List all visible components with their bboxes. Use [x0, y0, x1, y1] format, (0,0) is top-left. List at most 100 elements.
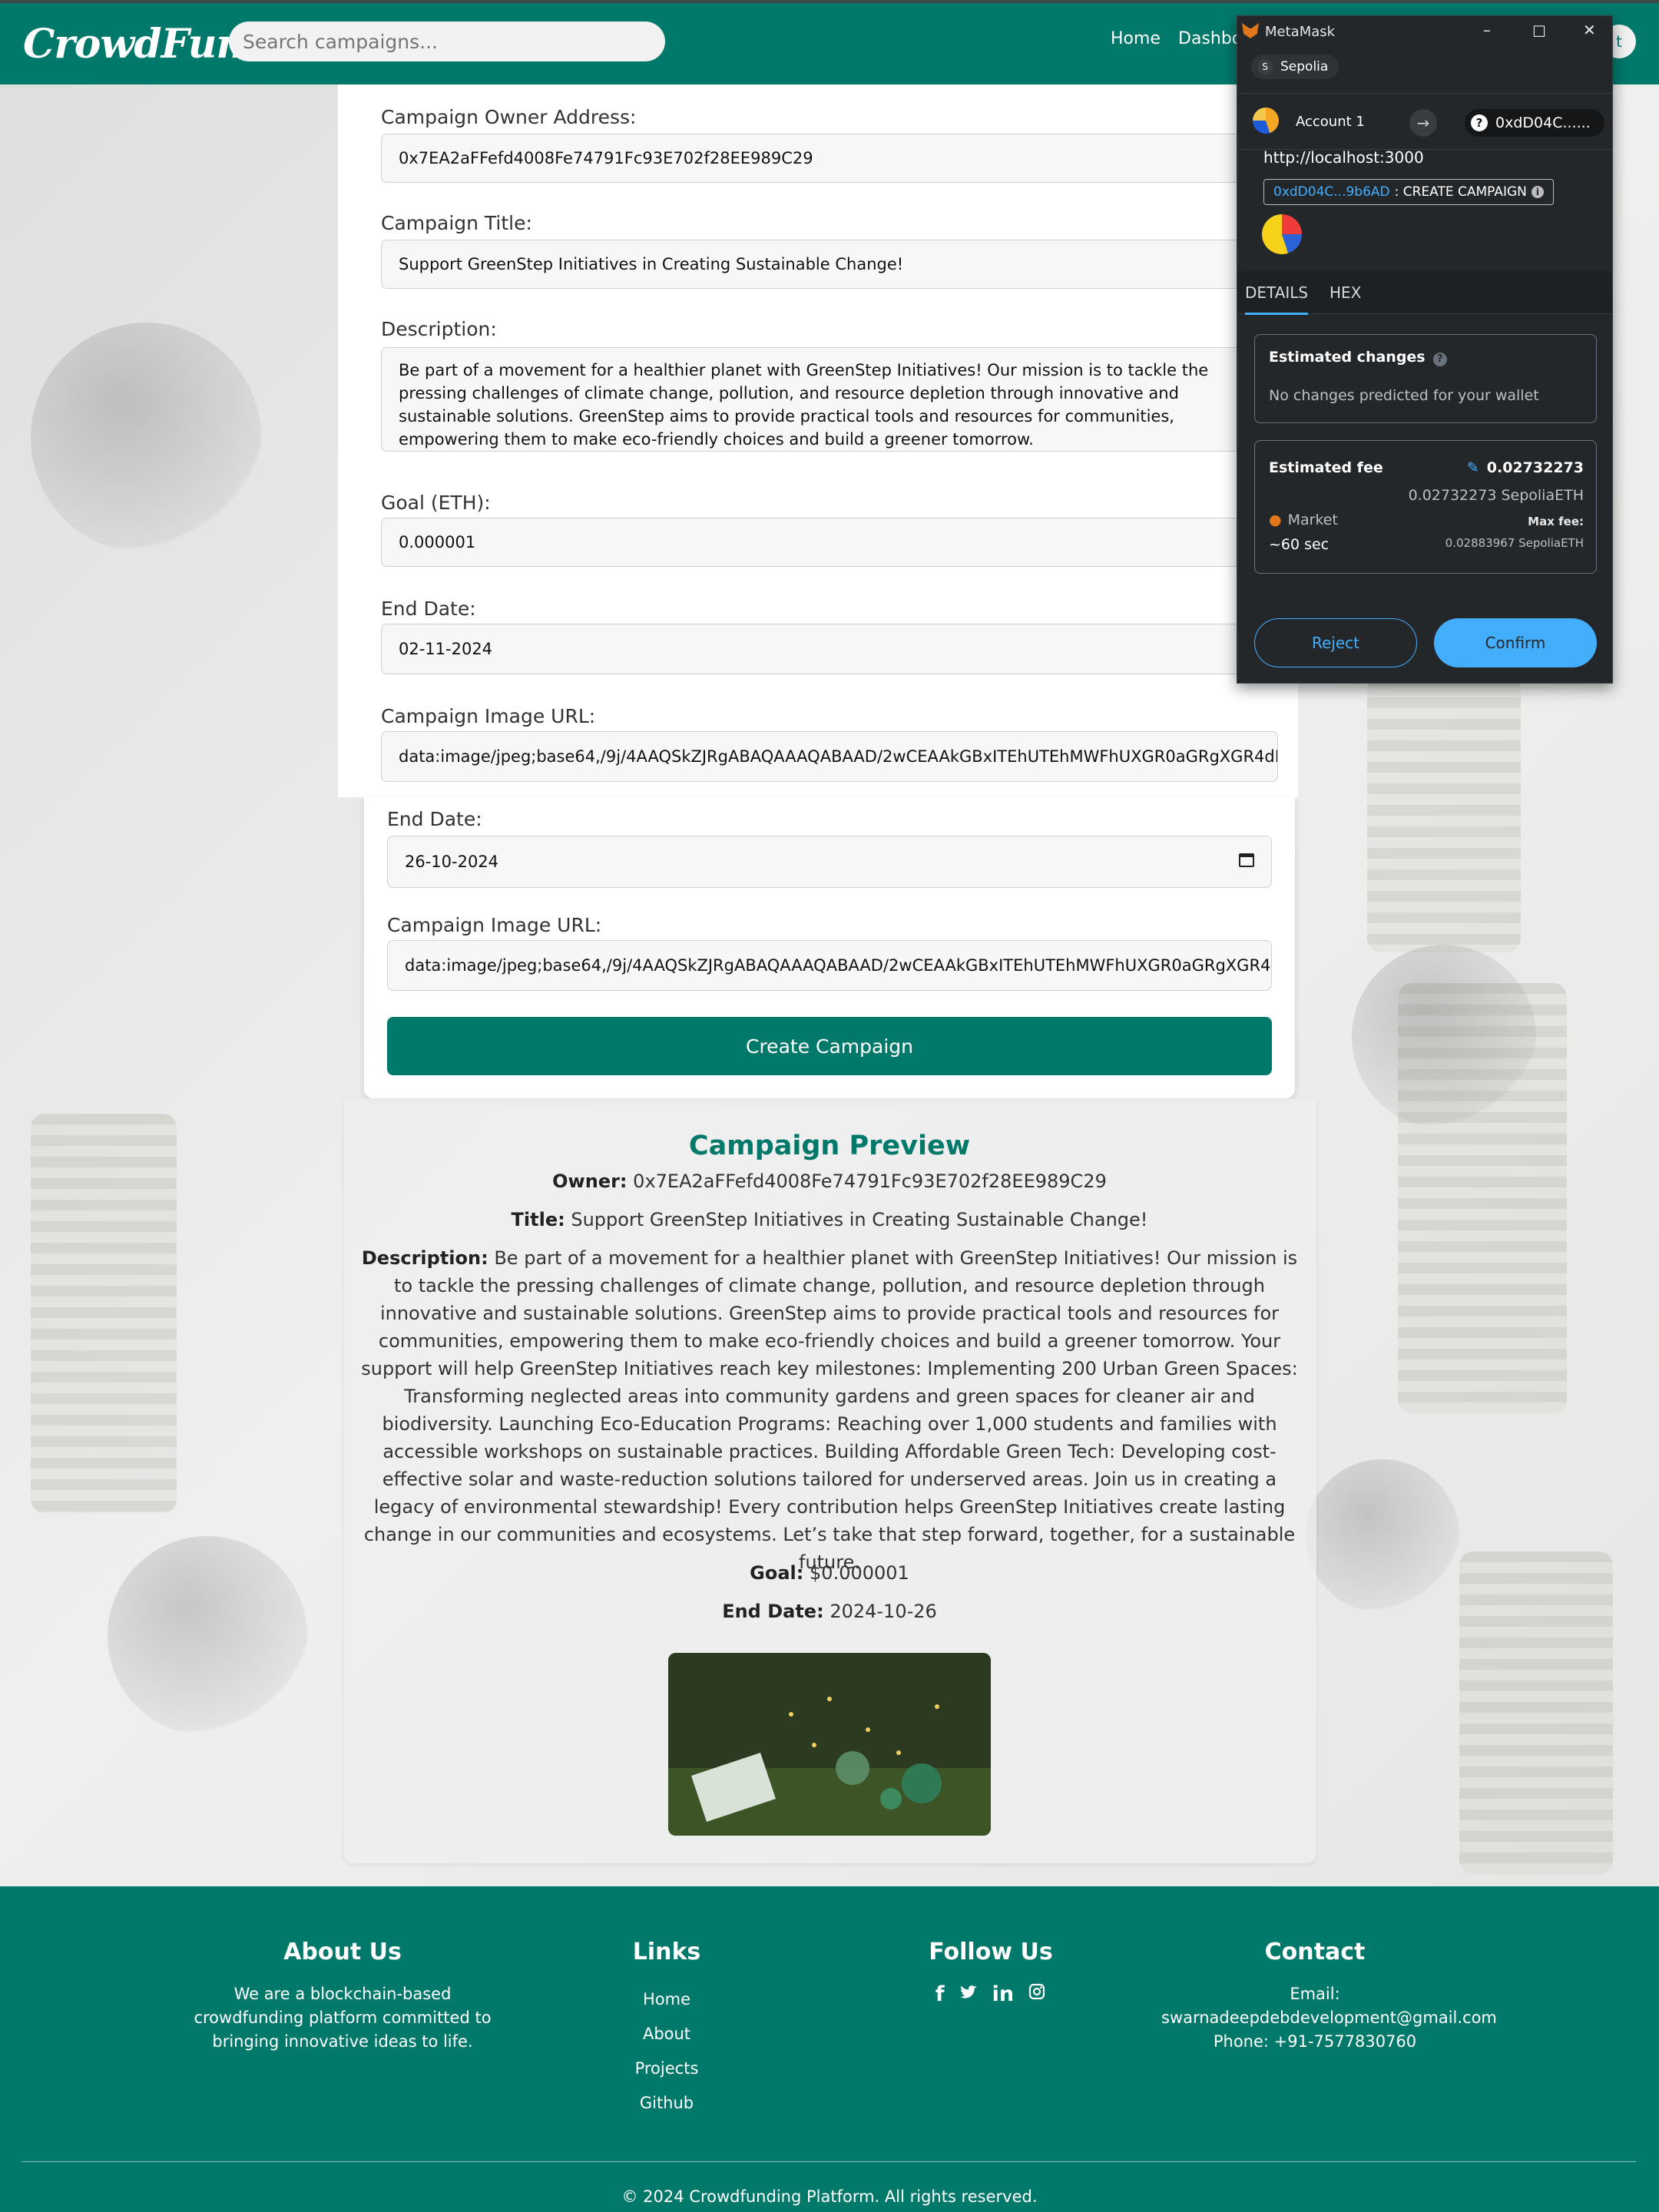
- bg-chess-piece: [1352, 945, 1536, 1129]
- footer-link-projects[interactable]: Projects: [590, 2051, 743, 2086]
- contract-method-badge[interactable]: 0xdD04C...9b6AD : CREATE CAMPAIGN i: [1263, 179, 1554, 205]
- tab-details[interactable]: DETAILS: [1245, 283, 1309, 315]
- minimize-icon[interactable]: –: [1483, 21, 1491, 39]
- max-fee-label: Max fee:: [1528, 515, 1584, 528]
- footer-contact-email[interactable]: swarnadeepdebdevelopment@gmail.com: [1161, 2006, 1497, 2030]
- nav-dashboard[interactable]: Dashbo: [1178, 29, 1242, 48]
- twitter-icon[interactable]: [959, 1982, 979, 2002]
- linkedin-icon[interactable]: in: [992, 1982, 1014, 2006]
- preview-owner: Owner: 0x7EA2aFFefd4008Fe74791Fc93E702f2…: [361, 1167, 1298, 1195]
- method-contract-address[interactable]: 0xdD04C...9b6AD: [1273, 184, 1390, 200]
- goal-input[interactable]: 0.000001: [381, 518, 1303, 567]
- maximize-icon[interactable]: ☐: [1532, 22, 1546, 41]
- image-url-input[interactable]: data:image/jpeg;base64,/9j/4AAQSkZJRgABA…: [387, 940, 1272, 991]
- end-date-input[interactable]: 26-10-2024: [387, 836, 1272, 888]
- info-icon[interactable]: i: [1531, 186, 1544, 198]
- help-icon[interactable]: ?: [1432, 353, 1447, 366]
- search-input[interactable]: [229, 22, 665, 61]
- metamask-titlebar: MetaMask – ☐ ✕: [1237, 16, 1612, 47]
- footer-contact-heading: Contact: [1264, 1939, 1366, 1965]
- close-icon[interactable]: ✕: [1583, 21, 1596, 39]
- image-url-label: Campaign Image URL:: [387, 914, 602, 936]
- footer-about-heading: About Us: [283, 1939, 402, 1965]
- arrow-right-icon: →: [1409, 109, 1437, 137]
- preview-end-date-label: End Date:: [722, 1601, 824, 1622]
- calendar-icon[interactable]: [1239, 853, 1254, 867]
- bg-coin-stack: [31, 1114, 177, 1513]
- network-name: Sepolia: [1280, 59, 1329, 75]
- estimated-fee-title: Estimated fee: [1269, 459, 1383, 476]
- recipient-address-pill[interactable]: ? 0xdD04C......: [1465, 109, 1604, 137]
- end-date-input[interactable]: 02-11-2024: [381, 624, 1303, 674]
- bg-chess-piece: [31, 323, 261, 553]
- footer-links-heading: Links: [632, 1939, 701, 1965]
- owner-address-input[interactable]: 0x7EA2aFFefd4008Fe74791Fc93E702f28EE989C…: [381, 134, 1303, 183]
- network-selector[interactable]: S Sepolia: [1251, 55, 1339, 79]
- footer-contact-email-label: Email:: [1290, 1985, 1340, 2003]
- preview-description-label: Description:: [361, 1247, 488, 1269]
- account-avatar: [1253, 108, 1279, 134]
- reject-button[interactable]: Reject: [1254, 618, 1417, 667]
- fee-secondary: 0.02732273 SepoliaETH: [1408, 487, 1584, 504]
- bg-coin-stack: [1459, 1551, 1613, 1874]
- preview-title-label: Title:: [511, 1209, 565, 1230]
- footer-contact-phone: Phone: +91-7577830760: [1213, 2032, 1417, 2051]
- end-date-label: End Date:: [387, 808, 482, 830]
- description-textarea[interactable]: Be part of a movement for a healthier pl…: [381, 347, 1264, 452]
- metamask-fox-icon: [1242, 23, 1259, 38]
- estimated-changes-text: No changes predicted for your wallet: [1269, 387, 1539, 404]
- edit-fee-icon[interactable]: ✎: [1467, 459, 1479, 476]
- bg-chess-piece: [108, 1536, 307, 1736]
- tab-hex[interactable]: HEX: [1330, 283, 1361, 302]
- fee-primary: 0.02732273: [1486, 459, 1584, 476]
- end-date-value: 26-10-2024: [405, 853, 499, 871]
- footer-link-home[interactable]: Home: [590, 1982, 743, 2017]
- owner-address-label: Campaign Owner Address:: [381, 106, 637, 128]
- goal-label: Goal (ETH):: [381, 492, 491, 514]
- footer-about: About Us We are a blockchain-based crowd…: [189, 1939, 496, 2054]
- campaign-title-input[interactable]: Support GreenStep Initiatives in Creatin…: [381, 240, 1303, 289]
- estimated-changes-title: Estimated changes?: [1269, 349, 1447, 366]
- request-origin: http://localhost:3000: [1263, 148, 1424, 167]
- fee-speed[interactable]: ● Market: [1269, 512, 1338, 528]
- footer-link-github[interactable]: Github: [590, 2086, 743, 2121]
- create-campaign-button[interactable]: Create Campaign: [387, 1017, 1272, 1075]
- confirm-button[interactable]: Confirm: [1434, 618, 1597, 667]
- footer-follow: Follow Us f in: [876, 1939, 1106, 2006]
- preview-description: Description: Be part of a movement for a…: [361, 1244, 1298, 1576]
- description-label: Description:: [381, 318, 497, 340]
- preview-goal-label: Goal:: [750, 1562, 804, 1584]
- nav-home[interactable]: Home: [1111, 29, 1161, 48]
- social-icons: f in: [876, 1982, 1106, 2006]
- campaign-form: Campaign Owner Address: 0x7EA2aFFefd4008…: [338, 84, 1303, 797]
- preview-end-date: End Date: 2024-10-26: [361, 1598, 1298, 1625]
- forest-image-illustration: [668, 1653, 991, 1836]
- preview-title: Title: Support GreenStep Initiatives in …: [361, 1206, 1298, 1233]
- metamask-popup: MetaMask – ☐ ✕ S Sepolia Account 1 → ? 0…: [1237, 15, 1613, 684]
- footer-links: Links Home About Projects Github: [590, 1939, 743, 2121]
- image-url-input[interactable]: data:image/jpeg;base64,/9j/4AAQSkZJRgABA…: [381, 731, 1278, 782]
- facebook-icon[interactable]: f: [935, 1982, 945, 2006]
- image-url-label: Campaign Image URL:: [381, 705, 596, 727]
- end-date-label: End Date:: [381, 598, 476, 620]
- bg-coin-stack: [1367, 676, 1521, 952]
- preview-end-date-value: 2024-10-26: [830, 1601, 937, 1622]
- fee-primary-row: ✎ 0.02732273: [1467, 459, 1584, 476]
- metamask-window-title: MetaMask: [1265, 24, 1336, 40]
- footer-follow-heading: Follow Us: [929, 1939, 1053, 1965]
- method-name: : CREATE CAMPAIGN: [1394, 184, 1527, 200]
- max-fee-value: 0.02883967 SepoliaETH: [1445, 536, 1584, 550]
- unknown-contract-icon: ?: [1471, 114, 1488, 131]
- bg-chess-piece: [1306, 1459, 1459, 1613]
- footer-copyright: © 2024 Crowdfunding Platform. All rights…: [621, 2187, 1038, 2206]
- account-name[interactable]: Account 1: [1296, 114, 1365, 130]
- fox-speed-icon: ●: [1269, 512, 1282, 528]
- campaign-title-label: Campaign Title:: [381, 212, 532, 234]
- preview-owner-value: 0x7EA2aFFefd4008Fe74791Fc93E702f28EE989C…: [633, 1171, 1107, 1192]
- preview-goal: Goal: $0.000001: [361, 1559, 1298, 1587]
- metamask-tabs: DETAILS HEX: [1237, 271, 1612, 315]
- preview-goal-value: $0.000001: [810, 1562, 909, 1584]
- preview-heading: Campaign Preview: [688, 1131, 971, 1161]
- footer-link-about[interactable]: About: [590, 2017, 743, 2051]
- instagram-icon[interactable]: [1028, 1982, 1046, 2001]
